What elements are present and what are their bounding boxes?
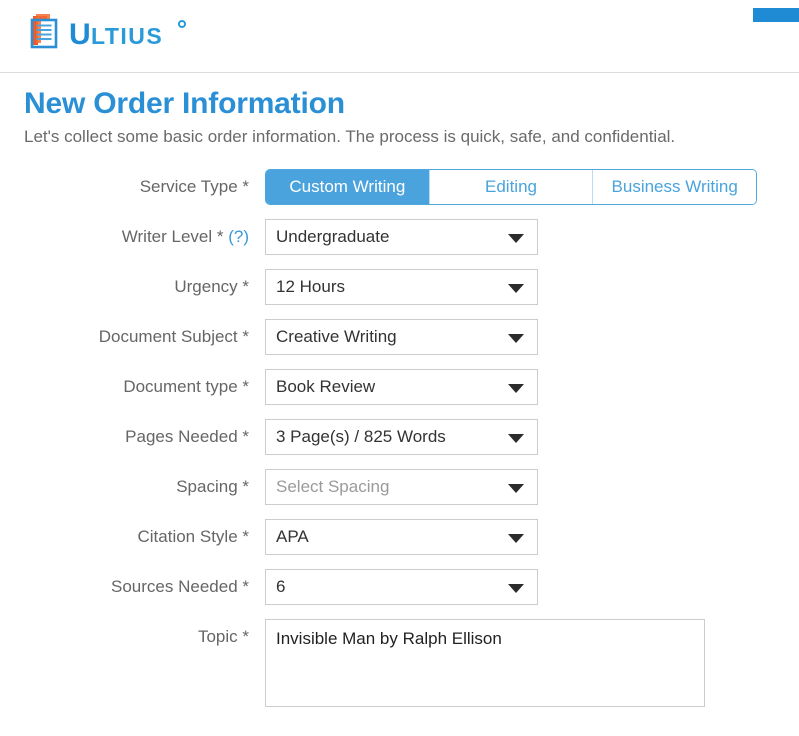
select-pages-needed-value: 3 Page(s) / 825 Words [276, 426, 446, 446]
chevron-down-icon [508, 583, 524, 593]
select-sources-needed-value: 6 [276, 576, 286, 596]
select-urgency[interactable]: 12 Hours [265, 268, 538, 305]
select-pages-needed[interactable]: 3 Page(s) / 825 Words [265, 418, 538, 455]
form-row-spacing: Spacing * Select Spacing [0, 468, 799, 505]
label-writer-level-text: Writer Level * [121, 226, 224, 246]
topic-textarea[interactable]: Invisible Man by Ralph Ellison [265, 618, 705, 707]
select-writer-level-value: Undergraduate [276, 226, 390, 246]
select-spacing-value: Select Spacing [276, 476, 390, 496]
label-pages-needed: Pages Needed * [125, 426, 249, 446]
label-sources-needed: Sources Needed * [111, 576, 249, 596]
tab-custom-writing[interactable]: Custom Writing [266, 169, 429, 204]
select-document-subject[interactable]: Creative Writing [265, 318, 538, 355]
page-title: New Order Information [24, 87, 345, 120]
service-type-tabs[interactable]: Custom Writing Editing Business Writing [265, 168, 757, 205]
new-order-form: Service Type * Custom Writing Editing Bu… [0, 168, 799, 707]
form-row-pages-needed: Pages Needed * 3 Page(s) / 825 Words [0, 418, 799, 455]
chevron-down-icon [508, 233, 524, 243]
ultius-logo[interactable]: U LTIUS [27, 12, 194, 58]
label-service-type: Service Type * [139, 176, 249, 196]
writer-level-help-icon[interactable]: (?) [228, 227, 249, 246]
select-sources-needed[interactable]: 6 [265, 568, 538, 605]
label-citation-style: Citation Style * [137, 526, 250, 546]
svg-text:LTIUS: LTIUS [91, 23, 163, 49]
select-spacing[interactable]: Select Spacing [265, 468, 538, 505]
select-document-type-value: Book Review [276, 376, 376, 396]
label-urgency: Urgency * [174, 276, 249, 296]
form-row-sources-needed: Sources Needed * 6 [0, 568, 799, 605]
form-row-service-type: Service Type * Custom Writing Editing Bu… [0, 168, 799, 205]
chevron-down-icon [508, 433, 524, 443]
form-row-topic: Topic * Invisible Man by Ralph Ellison [0, 618, 799, 707]
select-writer-level[interactable]: Undergraduate [265, 218, 538, 255]
page-heading-block: New Order Information Let's collect some… [0, 73, 799, 147]
document-logo-icon [27, 12, 67, 52]
select-document-subject-value: Creative Writing [276, 326, 397, 346]
select-urgency-value: 12 Hours [276, 276, 345, 296]
page-subtitle: Let's collect some basic order informati… [24, 126, 676, 146]
chevron-down-icon [508, 283, 524, 293]
header-accent-bar [753, 8, 799, 22]
form-row-document-subject: Document Subject * Creative Writing [0, 318, 799, 355]
form-row-urgency: Urgency * 12 Hours [0, 268, 799, 305]
chevron-down-icon [508, 483, 524, 493]
form-row-writer-level: Writer Level * (?) Undergraduate [0, 218, 799, 255]
select-citation-style[interactable]: APA [265, 518, 538, 555]
select-document-type[interactable]: Book Review [265, 368, 538, 405]
svg-text:U: U [69, 18, 91, 51]
form-row-document-type: Document type * Book Review [0, 368, 799, 405]
form-row-citation-style: Citation Style * APA [0, 518, 799, 555]
chevron-down-icon [508, 533, 524, 543]
site-header: U LTIUS [0, 0, 799, 73]
label-document-type: Document type * [123, 376, 249, 396]
label-writer-level: Writer Level * (?) [0, 219, 265, 255]
tab-editing[interactable]: Editing [428, 169, 593, 204]
label-spacing: Spacing * [176, 476, 249, 496]
ultius-wordmark: U LTIUS [69, 13, 194, 58]
label-topic: Topic * [197, 626, 249, 646]
chevron-down-icon [508, 383, 524, 393]
label-document-subject: Document Subject * [98, 326, 249, 346]
select-citation-style-value: APA [276, 526, 309, 546]
chevron-down-icon [508, 333, 524, 343]
tab-business-writing[interactable]: Business Writing [592, 169, 756, 204]
